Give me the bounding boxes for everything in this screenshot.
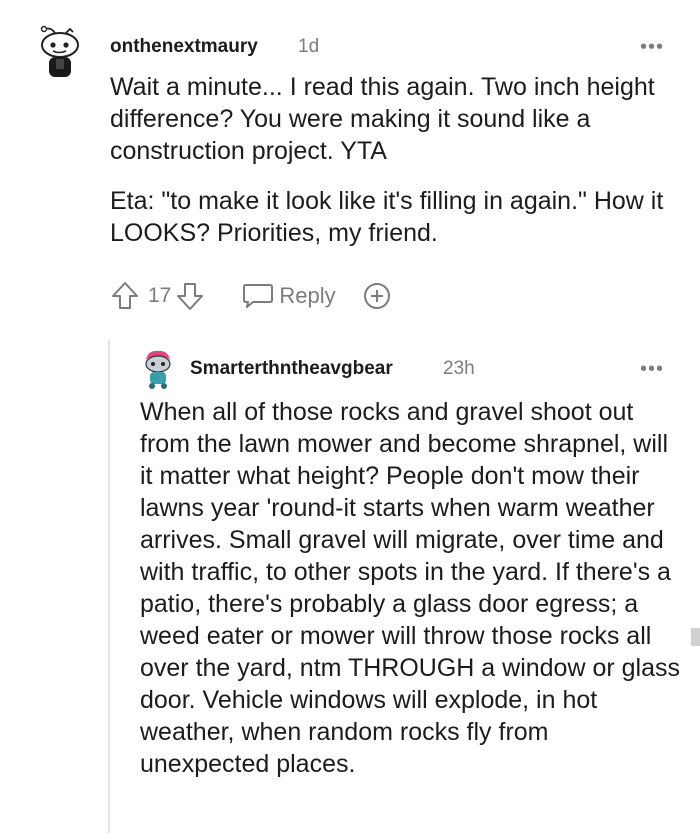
comment-timestamp: 1d — [298, 36, 320, 57]
add-award-icon[interactable] — [360, 279, 394, 313]
comment-paragraph-2: Eta: "to make it look like it's filling … — [110, 187, 664, 247]
upvote-arrow-icon[interactable] — [110, 280, 140, 312]
avatar[interactable] — [35, 25, 87, 80]
thread-line[interactable] — [108, 340, 110, 833]
reply-username[interactable]: Smarterthntheavgbear — [190, 358, 393, 380]
more-options-icon[interactable]: ••• — [640, 37, 664, 57]
reply-label: Reply — [279, 283, 336, 308]
reply-avatar[interactable] — [140, 348, 176, 390]
vote-count: 17 — [148, 284, 172, 307]
comment-actions: 17 Reply — [110, 278, 394, 314]
comment-username[interactable]: onthenextmaury — [110, 36, 258, 58]
snoo-avatar-icon — [145, 350, 171, 389]
downvote-arrow-icon[interactable] — [175, 280, 205, 312]
reply-timestamp: 23h — [443, 358, 475, 379]
comment-body: Wait a minute... I read this again. Two … — [110, 71, 670, 249]
snoo-avatar-icon — [40, 25, 79, 77]
reply-button[interactable]: Reply — [241, 281, 336, 311]
more-options-icon[interactable]: ••• — [640, 359, 664, 379]
comment-paragraph-1: Wait a minute... I read this again. Two … — [110, 73, 655, 165]
reply-body: When all of those rocks and gravel shoot… — [140, 398, 681, 778]
scroll-indicator — [691, 628, 700, 646]
speech-bubble-icon — [241, 281, 275, 311]
